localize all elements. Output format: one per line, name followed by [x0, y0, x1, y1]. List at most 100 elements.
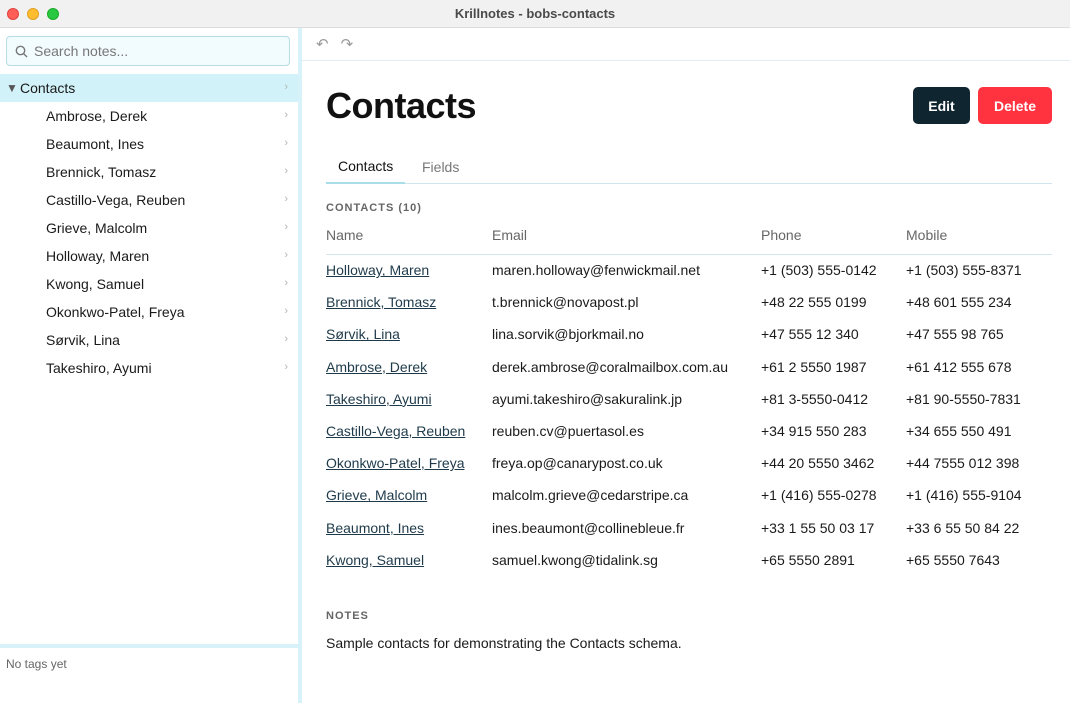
chevron-right-icon: ›: [284, 305, 288, 317]
contact-phone: +48 22 555 0199: [761, 294, 867, 311]
column-header-phone[interactable]: Phone: [761, 224, 906, 255]
table-row: Takeshiro, Ayumi ayumi.takeshiro@sakural…: [326, 383, 1052, 415]
contact-phone: +44 20 5550 3462: [761, 455, 875, 472]
edit-button[interactable]: Edit: [913, 87, 970, 124]
tab-contacts[interactable]: Contacts: [326, 155, 406, 184]
contact-mobile: +81 90-5550-7831: [906, 390, 1021, 407]
tree-item[interactable]: Holloway, Maren ›: [0, 242, 298, 270]
tree-item[interactable]: Grieve, Malcolm ›: [0, 214, 298, 242]
table-row: Sørvik, Lina lina.sorvik@bjorkmail.no +4…: [326, 318, 1052, 350]
tree-item-label: Grieve, Malcolm: [46, 220, 148, 236]
contact-email: derek.ambrose@coralmailbox.com.au: [492, 358, 728, 375]
contact-phone: +1 (416) 555-0278: [761, 487, 877, 504]
contact-name-link[interactable]: Grieve, Malcolm: [326, 479, 492, 511]
contact-mobile: +65 5550 7643: [906, 551, 1000, 568]
minimize-window-button[interactable]: [27, 8, 39, 20]
contact-email: malcolm.grieve@cedarstripe.ca: [492, 487, 689, 504]
contact-mobile: +61 412 555 678: [906, 358, 1012, 375]
contact-phone: +34 915 550 283: [761, 423, 867, 440]
contact-mobile: +1 (416) 555-9104: [906, 487, 1022, 504]
contact-name-link[interactable]: Castillo-Vega, Reuben: [326, 415, 492, 447]
search-icon: [15, 45, 28, 57]
tab-fields[interactable]: Fields: [410, 156, 471, 185]
zoom-window-button[interactable]: [47, 8, 59, 20]
chevron-right-icon: ›: [284, 137, 288, 149]
table-row: Holloway, Maren maren.holloway@fenwickma…: [326, 254, 1052, 286]
tree-item[interactable]: Brennick, Tomasz ›: [0, 158, 298, 186]
sidebar: ▼ Contacts › Ambrose, Derek › Beaumont, I…: [0, 28, 298, 703]
tree-item[interactable]: Ambrose, Derek ›: [0, 102, 298, 130]
app-window: Krillnotes - bobs-contacts ▼ Contacts › …: [0, 0, 1070, 703]
view-tabs: Contacts Fields: [326, 155, 1052, 184]
contact-name-link[interactable]: Kwong, Samuel: [326, 544, 492, 576]
chevron-right-icon: ›: [284, 277, 288, 289]
tree-item[interactable]: Sørvik, Lina ›: [0, 326, 298, 354]
undo-icon[interactable]: ↶: [316, 35, 329, 53]
column-header-mobile[interactable]: Mobile: [906, 224, 1052, 255]
contact-mobile: +47 555 98 765: [906, 326, 1004, 343]
contact-mobile: +48 601 555 234: [906, 294, 1012, 311]
chevron-right-icon: ›: [284, 221, 288, 233]
tree-item-label: Sørvik, Lina: [46, 332, 120, 348]
contact-name-link[interactable]: Okonkwo-Patel, Freya: [326, 447, 492, 479]
tags-panel-resize-handle[interactable]: [0, 644, 298, 648]
expand-caret-icon[interactable]: ▼: [6, 81, 18, 95]
tree-item[interactable]: Beaumont, Ines ›: [0, 130, 298, 158]
notes-section-heading: NOTES: [326, 610, 369, 622]
table-row: Castillo-Vega, Reuben reuben.cv@puertaso…: [326, 415, 1052, 447]
contact-mobile: +33 6 55 50 84 22: [906, 519, 1020, 536]
contact-email: freya.op@canarypost.co.uk: [492, 455, 663, 472]
chevron-right-icon: ›: [284, 165, 288, 177]
table-row: Beaumont, Ines ines.beaumont@collinebleu…: [326, 512, 1052, 544]
chevron-right-icon: ›: [284, 333, 288, 345]
contact-email: ines.beaumont@collinebleue.fr: [492, 519, 685, 536]
tree-item-label: Holloway, Maren: [46, 248, 150, 264]
delete-button[interactable]: Delete: [978, 87, 1052, 124]
chevron-right-icon: ›: [284, 109, 288, 121]
close-window-button[interactable]: [7, 8, 19, 20]
tree-item-label: Contacts: [20, 80, 76, 96]
toolbar: ↶ ↷: [302, 28, 1070, 61]
table-header-row: Name Email Phone Mobile: [326, 224, 1052, 255]
sidebar-resize-handle[interactable]: [298, 28, 302, 703]
tree-item-contacts[interactable]: ▼ Contacts ›: [0, 74, 298, 102]
contact-email: lina.sorvik@bjorkmail.no: [492, 326, 644, 343]
contact-email: t.brennick@novapost.pl: [492, 294, 639, 311]
tree-item-label: Takeshiro, Ayumi: [46, 360, 152, 376]
redo-icon[interactable]: ↷: [341, 35, 354, 53]
contact-email: ayumi.takeshiro@sakuralink.jp: [492, 390, 683, 407]
table-row: Grieve, Malcolm malcolm.grieve@cedarstri…: [326, 479, 1052, 511]
tree-item[interactable]: Okonkwo-Patel, Freya ›: [0, 298, 298, 326]
chevron-right-icon: ›: [284, 81, 288, 93]
contact-name-link[interactable]: Takeshiro, Ayumi: [326, 383, 492, 415]
chevron-right-icon: ›: [284, 249, 288, 261]
tree-item[interactable]: Castillo-Vega, Reuben ›: [0, 186, 298, 214]
page-title: Contacts: [326, 85, 477, 126]
contact-email: samuel.kwong@tidalink.sg: [492, 551, 658, 568]
tree-item-label: Ambrose, Derek: [46, 108, 148, 124]
search-box[interactable]: [6, 36, 290, 66]
tree-item-label: Brennick, Tomasz: [46, 164, 157, 180]
contact-name-link[interactable]: Beaumont, Ines: [326, 512, 492, 544]
contact-name-link[interactable]: Holloway, Maren: [326, 254, 492, 286]
contact-name-link[interactable]: Brennick, Tomasz: [326, 286, 492, 318]
tree-item[interactable]: Takeshiro, Ayumi ›: [0, 354, 298, 382]
contacts-table: Name Email Phone Mobile Holloway, Maren …: [326, 224, 1052, 576]
search-input[interactable]: [34, 43, 274, 59]
contact-name-link[interactable]: Ambrose, Derek: [326, 351, 492, 383]
tree-item[interactable]: Kwong, Samuel ›: [0, 270, 298, 298]
tree-item-label: Kwong, Samuel: [46, 276, 145, 292]
window-controls: [7, 8, 59, 20]
column-header-email[interactable]: Email: [492, 224, 761, 255]
title-bar: Krillnotes - bobs-contacts: [0, 0, 1070, 28]
notes-text: Sample contacts for demonstrating the Co…: [326, 635, 682, 651]
chevron-right-icon: ›: [284, 193, 288, 205]
contact-phone: +47 555 12 340: [761, 326, 859, 343]
note-tree: ▼ Contacts › Ambrose, Derek › Beaumont, I…: [0, 74, 298, 382]
tree-item-label: Okonkwo-Patel, Freya: [46, 304, 185, 320]
contact-phone: +1 (503) 555-0142: [761, 262, 877, 279]
window-title: Krillnotes - bobs-contacts: [454, 6, 616, 21]
column-header-name[interactable]: Name: [326, 224, 492, 255]
table-row: Ambrose, Derek derek.ambrose@coralmailbo…: [326, 351, 1052, 383]
contact-name-link[interactable]: Sørvik, Lina: [326, 318, 492, 350]
